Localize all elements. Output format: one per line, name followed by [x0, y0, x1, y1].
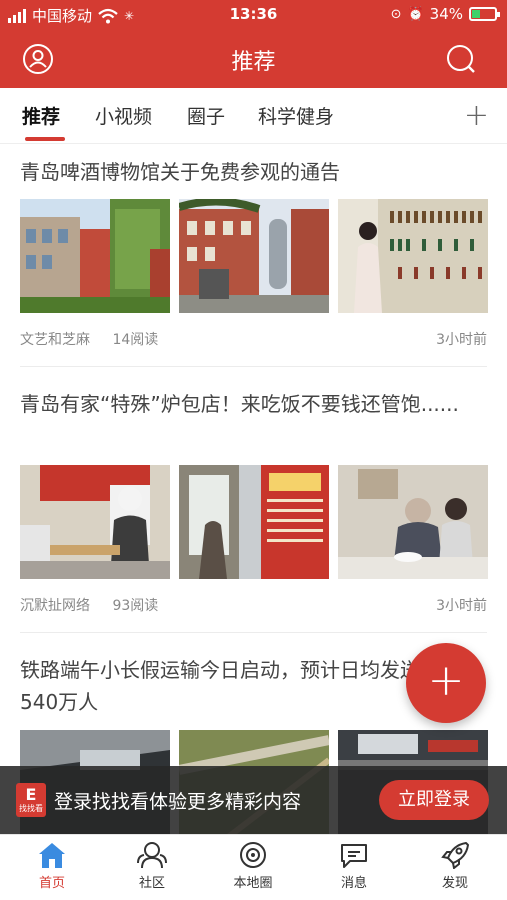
article-meta: 沉默扯网络 93阅读 3小时前	[20, 595, 487, 615]
article-thumbnails[interactable]	[20, 465, 488, 579]
battery-icon	[469, 7, 500, 21]
status-bar: 中国移动 ✳ 13:36 ⊙ ⏰ 34%	[0, 0, 507, 30]
nav-label-discover: 发现	[441, 876, 468, 891]
nav-community[interactable]: 社区	[112, 841, 192, 891]
alarm-icon: ⏰	[407, 6, 424, 22]
page-title: 推荐	[231, 50, 276, 75]
article-time: 3小时前	[436, 332, 487, 348]
message-icon	[341, 844, 367, 868]
nav-local-circle[interactable]: 本地圈	[213, 841, 293, 891]
article-thumbnails[interactable]	[20, 199, 488, 313]
login-prompt-text: 登录找找看体验更多精彩内容	[54, 791, 302, 813]
nav-label-messages: 消息	[340, 876, 367, 891]
category-tabs: 推荐 小视频 圈子 科学健身 +	[0, 88, 507, 144]
thumbnail-brewery-yard[interactable]	[179, 199, 329, 313]
nav-label-local-circle: 本地圈	[233, 876, 273, 891]
search-icon[interactable]	[445, 43, 477, 75]
active-tab-indicator	[25, 137, 65, 141]
nav-discover[interactable]: 发现	[415, 841, 495, 891]
tab-circle[interactable]: 圈子	[187, 102, 225, 129]
article-source: 沉默扯网络	[20, 598, 90, 614]
article-source: 文艺和芝麻	[20, 332, 90, 348]
add-channel-button[interactable]: +	[464, 98, 489, 133]
tab-short-video[interactable]: 小视频	[95, 102, 152, 129]
rocket-icon	[441, 842, 469, 869]
thumbnail-museum-building[interactable]	[20, 199, 170, 313]
login-button[interactable]: 立即登录	[379, 780, 489, 820]
app-logo-text: 找找看	[19, 804, 43, 813]
status-right: ⊙ ⏰ 34%	[390, 5, 500, 23]
article-title[interactable]: 青岛有家“特殊”炉包店！来吃饭不要钱还管饱......	[20, 388, 490, 420]
article-reads: 14阅读	[112, 332, 159, 348]
battery-percent: 34%	[429, 5, 463, 23]
publish-button[interactable]: +	[406, 643, 486, 723]
top-header: 推荐	[0, 30, 507, 88]
thumbnail-diners[interactable]	[338, 465, 488, 579]
local-circle-icon	[240, 842, 266, 868]
community-icon	[137, 842, 167, 869]
divider	[20, 632, 487, 633]
nav-label-community: 社区	[138, 876, 165, 891]
article-time: 3小时前	[436, 598, 487, 614]
thumbnail-bun-shop-kitchen[interactable]	[20, 465, 170, 579]
article-reads: 93阅读	[112, 598, 159, 614]
lock-rotation-icon: ⊙	[390, 6, 402, 22]
article-title[interactable]: 青岛啤酒博物馆关于免费参观的通告	[20, 156, 490, 188]
nav-home[interactable]: 首页	[12, 841, 92, 891]
login-banner: E 找找看 登录找找看体验更多精彩内容 立即登录	[0, 766, 507, 834]
thumbnail-beer-display[interactable]	[338, 199, 488, 313]
bottom-nav: 首页 社区 本地圈 消息 发现	[0, 834, 507, 900]
app-logo: E 找找看	[16, 783, 46, 817]
nav-label-home: 首页	[38, 876, 65, 891]
tab-fitness[interactable]: 科学健身	[258, 102, 334, 129]
nav-messages[interactable]: 消息	[314, 841, 394, 891]
home-icon	[39, 843, 65, 868]
article-meta: 文艺和芝麻 14阅读 3小时前	[20, 329, 487, 349]
thumbnail-shop-entrance[interactable]	[179, 465, 329, 579]
divider	[20, 366, 487, 367]
tab-recommend[interactable]: 推荐	[22, 102, 60, 129]
